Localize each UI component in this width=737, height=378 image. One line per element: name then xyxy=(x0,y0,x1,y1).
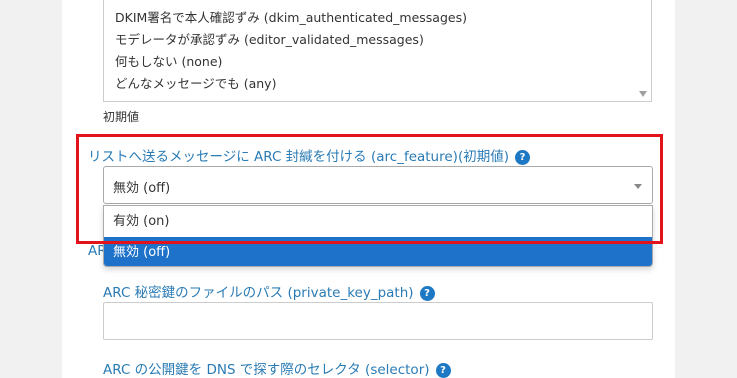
arc-feature-selected-value: 無効 (off) xyxy=(113,181,171,196)
listbox-option[interactable]: DKIM署名で本人確認ずみ (dkim_authenticated_messag… xyxy=(115,7,467,26)
selector-label: ARC の公開鍵を DNS で探す際のセレクタ (selector)? xyxy=(103,358,451,378)
arc-feature-label-text: リストへ送るメッセージに ARC 封緘を付ける (arc_feature)(初期… xyxy=(88,149,509,165)
arc-feature-label: リストへ送るメッセージに ARC 封緘を付ける (arc_feature)(初期… xyxy=(88,145,530,165)
dropdown-option-on[interactable]: 有効 (on) xyxy=(104,206,652,237)
listbox-option[interactable]: モデレータが承認ずみ (editor_validated_messages) xyxy=(115,29,424,48)
default-value-hint: 初期値 xyxy=(103,110,140,124)
listbox-option[interactable]: 何もしない (none) xyxy=(115,51,222,70)
left-gutter xyxy=(0,0,62,378)
dropdown-option-off[interactable]: 無効 (off) xyxy=(104,237,652,266)
private-key-path-label-text: ARC 秘密鍵のファイルのパス (private_key_path) xyxy=(103,285,414,301)
privileged-messages-listbox[interactable]: DKIM署名で本人確認ずみ (dkim_authenticated_messag… xyxy=(103,0,652,102)
private-key-path-input[interactable] xyxy=(103,302,653,340)
selector-label-text: ARC の公開鍵を DNS で探す際のセレクタ (selector) xyxy=(103,362,430,378)
arc-feature-select[interactable]: 無効 (off) xyxy=(103,166,653,204)
private-key-path-label: ARC 秘密鍵のファイルのパス (private_key_path)? xyxy=(103,281,435,301)
right-gutter xyxy=(675,0,737,378)
arc-feature-dropdown-list: 有効 (on) 無効 (off) xyxy=(103,205,653,267)
listbox-option[interactable]: どんなメッセージでも (any) xyxy=(115,73,276,92)
help-icon[interactable]: ? xyxy=(435,363,451,378)
help-icon[interactable]: ? xyxy=(419,286,435,301)
scroll-down-arrow-icon[interactable] xyxy=(639,91,647,97)
help-icon[interactable]: ? xyxy=(514,150,530,165)
chevron-down-icon xyxy=(634,184,642,189)
